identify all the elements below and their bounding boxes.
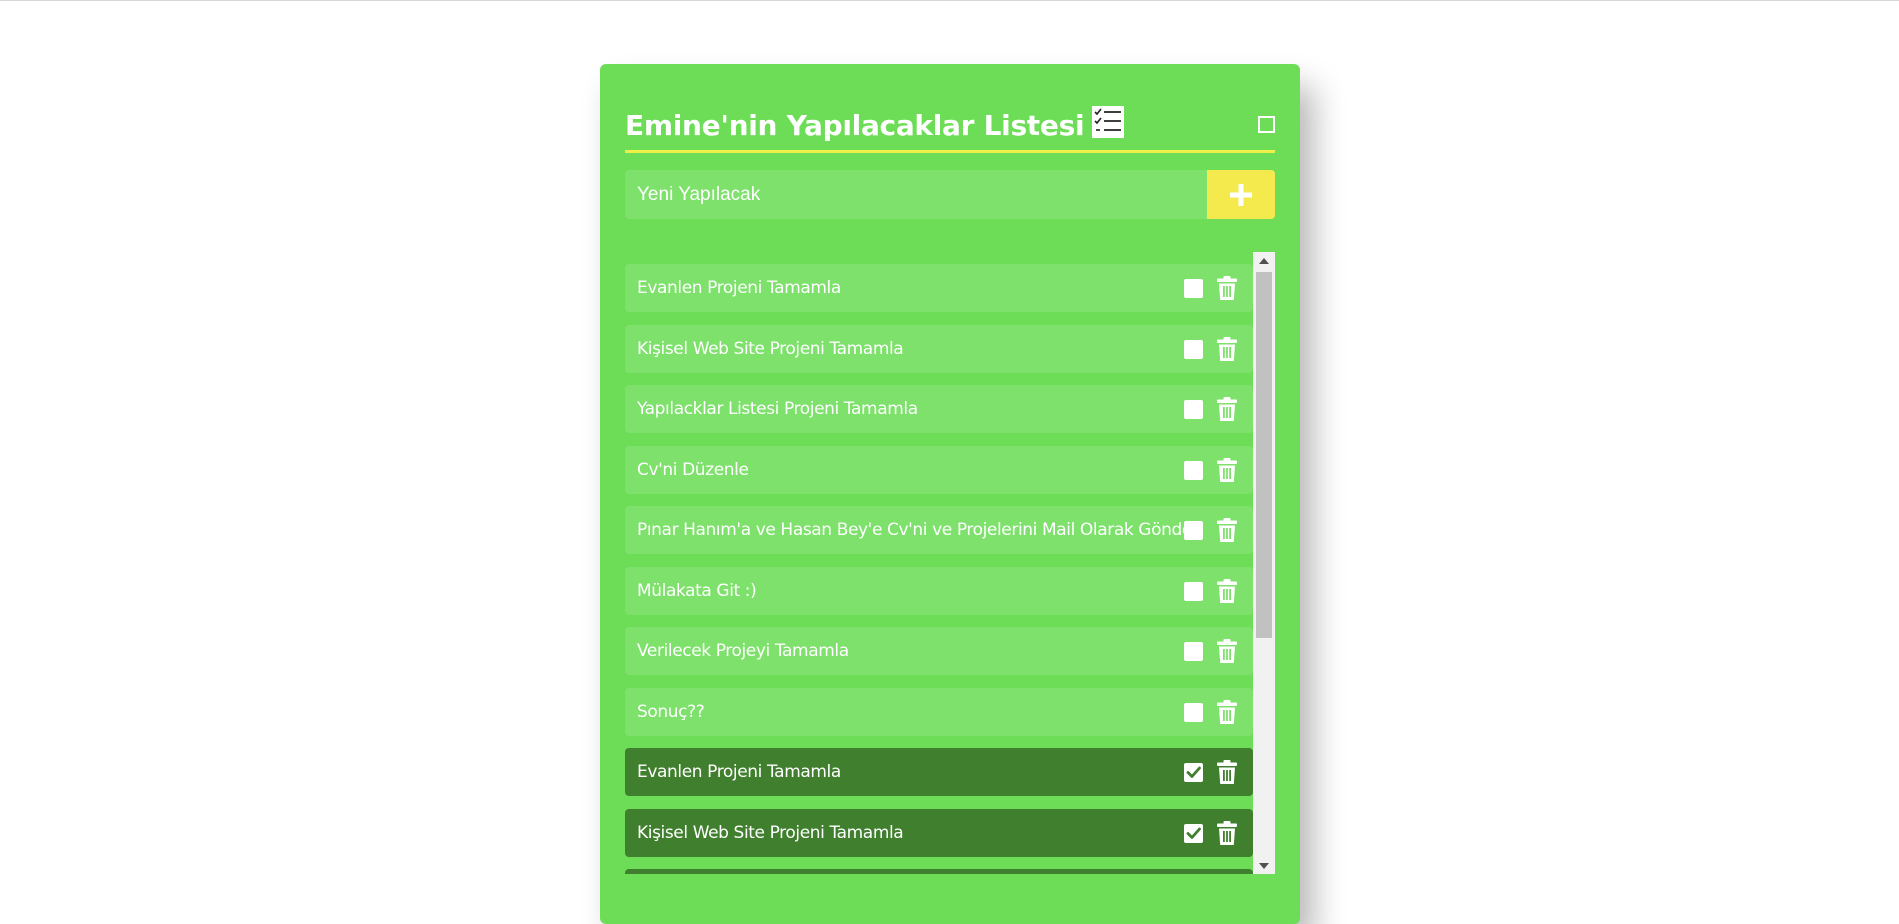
checkbox-icon[interactable] — [1184, 279, 1203, 298]
todo-item: Verilecek Projeyi Tamamla — [625, 627, 1253, 675]
todo-item-text: Mülakata Git :) — [637, 580, 757, 601]
page-top-border — [0, 0, 1899, 1]
new-todo-input[interactable] — [625, 170, 1207, 219]
checkbox-checked-icon[interactable] — [1184, 823, 1203, 843]
todo-item-text: Kişisel Web Site Projeni Tamamla — [637, 338, 904, 359]
trash-icon[interactable] — [1217, 578, 1237, 603]
checklist-icon — [1092, 106, 1125, 138]
todo-list: Evanlen Projeni Tamamla Kişisel Web Site … — [625, 264, 1253, 874]
scroll-up-arrow-icon[interactable] — [1253, 252, 1275, 269]
add-todo-button[interactable] — [1207, 170, 1275, 219]
trash-icon[interactable] — [1217, 457, 1237, 482]
todo-card: Emine'nin Yapılacaklar Listesi Evanlen P… — [600, 64, 1300, 924]
plus-icon — [1230, 183, 1252, 206]
trash-icon[interactable] — [1217, 276, 1237, 300]
checkbox-icon[interactable] — [1184, 339, 1203, 359]
todo-item: Kişisel Web Site Projeni Tamamla — [625, 808, 1253, 857]
checkbox-checked-icon[interactable] — [1184, 763, 1203, 782]
todo-item: Evanlen Projeni Tamamla — [625, 748, 1253, 796]
scroll-down-arrow-icon[interactable] — [1253, 857, 1275, 874]
trash-icon[interactable] — [1217, 336, 1237, 361]
new-todo-row — [625, 170, 1275, 219]
trash-icon[interactable] — [1217, 397, 1237, 421]
square-outline-icon[interactable] — [1258, 116, 1275, 133]
todo-item: Cv'ni Düzenle — [625, 445, 1253, 494]
scrollbar[interactable] — [1253, 252, 1275, 874]
todo-item-text: Pınar Hanım'a ve Hasan Bey'e Cv'ni ve Pr… — [637, 520, 1199, 540]
todo-item-text: Verilecek Projeyi Tamamla — [637, 641, 849, 661]
todo-item: Yapılacklar Listesi Projeni Tamamla — [625, 385, 1253, 433]
trash-icon[interactable] — [1217, 639, 1237, 663]
todo-item — [625, 869, 1253, 874]
checkbox-icon[interactable] — [1184, 521, 1203, 540]
todo-item: Evanlen Projeni Tamamla — [625, 264, 1253, 312]
page-title-text: Emine'nin Yapılacaklar Listesi — [625, 109, 1085, 142]
todo-list-container: Evanlen Projeni Tamamla Kişisel Web Site … — [625, 252, 1275, 874]
checkbox-icon[interactable] — [1184, 460, 1203, 480]
todo-item: Sonuç?? — [625, 687, 1253, 736]
page-title: Emine'nin Yapılacaklar Listesi — [625, 106, 1125, 142]
checkbox-icon[interactable] — [1184, 642, 1203, 661]
trash-icon[interactable] — [1217, 699, 1237, 724]
todo-item-text: Cv'ni Düzenle — [637, 459, 749, 480]
trash-icon[interactable] — [1217, 760, 1237, 784]
trash-icon[interactable] — [1217, 518, 1237, 542]
todo-item-text: Yapılacklar Listesi Projeni Tamamla — [637, 399, 918, 419]
scrollbar-thumb[interactable] — [1256, 272, 1272, 638]
todo-item-text: Evanlen Projeni Tamamla — [637, 762, 841, 782]
todo-item-text: Sonuç?? — [637, 701, 705, 722]
todo-header: Emine'nin Yapılacaklar Listesi — [625, 102, 1275, 153]
checkbox-icon[interactable] — [1184, 581, 1203, 601]
todo-item-text: Evanlen Projeni Tamamla — [637, 278, 841, 298]
checkbox-icon[interactable] — [1184, 400, 1203, 419]
checkbox-icon[interactable] — [1184, 702, 1203, 722]
todo-item: Pınar Hanım'a ve Hasan Bey'e Cv'ni ve Pr… — [625, 506, 1253, 554]
todo-item-text: Kişisel Web Site Projeni Tamamla — [637, 822, 904, 843]
todo-item: Mülakata Git :) — [625, 566, 1253, 615]
todo-item: Kişisel Web Site Projeni Tamamla — [625, 324, 1253, 373]
trash-icon[interactable] — [1217, 820, 1237, 845]
